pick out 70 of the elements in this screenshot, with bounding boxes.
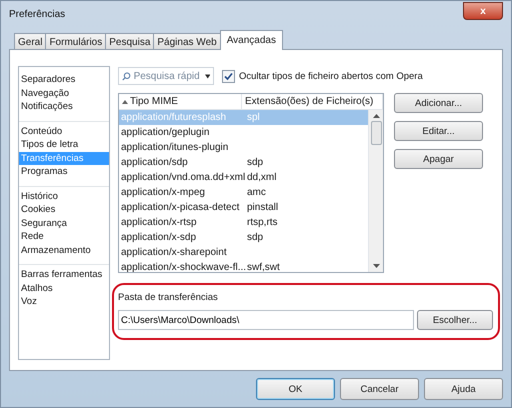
table-cell-text: application/geplugin: [120, 127, 210, 138]
sidebar-item[interactable]: Rede: [19, 230, 109, 244]
scroll-up-icon[interactable]: [372, 114, 380, 118]
table-cell-text: application/x-sdp: [120, 232, 198, 243]
table-row[interactable]: application/sdp sdp: [119, 155, 368, 170]
search-field[interactable]: Pesquisa rápid: [118, 67, 214, 85]
checkbox[interactable]: [222, 70, 235, 82]
sort-icon: [122, 100, 128, 104]
table-row[interactable]: application/geplugin: [119, 125, 368, 140]
scrollbar-thumb[interactable]: [370, 121, 382, 145]
table-cell-text: application/x-sharepoint: [120, 247, 228, 258]
table-cell-text: pinstall: [246, 202, 280, 213]
scrollbar[interactable]: [368, 110, 383, 272]
tab[interactable]: Páginas Web: [153, 33, 221, 50]
column-header[interactable]: Tipo MIME: [119, 94, 242, 109]
table-cell-text: application/x-mpeg: [120, 187, 206, 198]
sidebar-item[interactable]: Histórico: [19, 190, 109, 203]
table-cell-text: application/x-shockwave-fl...: [120, 262, 244, 272]
column-header[interactable]: Extensão(ões) de Ficheiro(s): [242, 94, 383, 109]
table-row[interactable]: application/x-sharepoint: [119, 245, 368, 260]
sidebar-item[interactable]: Separadores: [19, 73, 109, 86]
folder-path-field[interactable]: C:\Users\Marco\Downloads\: [118, 310, 414, 330]
table-cell-text: dd,xml: [246, 172, 278, 183]
sidebar-item[interactable]: Segurança: [19, 216, 109, 230]
table-cell-text: sdp: [246, 157, 264, 168]
sidebar-item[interactable]: Tipos de letra: [19, 138, 109, 152]
table-row[interactable]: application/x-rtsp rtsp,rts: [119, 215, 368, 230]
scroll-down-icon[interactable]: [372, 264, 380, 268]
table-cell-text: application/futuresplash: [120, 112, 228, 123]
sidebar-item[interactable]: Navegação: [19, 86, 109, 100]
table-row[interactable]: application/x-mpeg amc: [119, 185, 368, 200]
table-cell-text: application/vnd.oma.dd+xml: [120, 172, 244, 183]
sidebar-item[interactable]: Atalhos: [19, 282, 109, 295]
dialog-button[interactable]: Ajuda: [424, 378, 503, 400]
window-title: Preferências: [9, 8, 66, 20]
choose-button[interactable]: Escolher...: [417, 310, 493, 330]
action-button[interactable]: Editar...: [394, 121, 483, 141]
table-cell-text: amc: [246, 187, 267, 198]
sidebar-item[interactable]: Armazenamento: [19, 244, 109, 257]
folder-label: Pasta de transferências: [118, 292, 219, 303]
sidebar-item[interactable]: Barras ferramentas: [19, 268, 109, 282]
sidebar-item[interactable]: Voz: [19, 295, 109, 308]
table-cell-text: spl: [246, 112, 261, 123]
sidebar-item[interactable]: Conteúdo: [19, 124, 109, 138]
tab[interactable]: Formulários: [45, 33, 106, 50]
action-button[interactable]: Apagar: [394, 149, 483, 169]
table-cell-text: rtsp,rts: [246, 217, 279, 228]
checkbox-label: Ocultar tipos de ficheiro abertos com Opera: [239, 70, 423, 82]
tab[interactable]: Geral: [14, 33, 46, 50]
tab[interactable]: Pesquisa: [105, 33, 154, 50]
table-row[interactable]: application/x-picasa-detect pinstall: [119, 200, 368, 215]
table-cell-text: application/sdp: [120, 157, 189, 168]
table-cell-text: application/itunes-plugin: [120, 142, 230, 153]
search-icon: [122, 70, 131, 82]
table-cell-text: application/x-picasa-detect: [120, 202, 240, 213]
action-button[interactable]: Adicionar...: [394, 93, 483, 113]
table-row[interactable]: application/vnd.oma.dd+xml dd,xml: [119, 170, 368, 185]
table-row[interactable]: application/itunes-plugin: [119, 140, 368, 155]
sidebar-item[interactable]: Cookies: [19, 203, 109, 216]
caret-icon[interactable]: [204, 74, 210, 78]
dialog-button[interactable]: OK: [256, 378, 335, 400]
dialog-button[interactable]: Cancelar: [340, 378, 419, 400]
sidebar-item[interactable]: Programas: [19, 165, 109, 178]
table-row[interactable]: application/x-shockwave-fl...swf,swt: [119, 260, 368, 272]
table-cell-text: swf,swt: [246, 262, 281, 272]
table-row[interactable]: application/x-sdp sdp: [119, 230, 368, 245]
tab[interactable]: Avançadas: [220, 30, 283, 50]
table-cell-text: sdp: [246, 232, 264, 243]
table-cell-text: application/x-rtsp: [120, 217, 198, 228]
sidebar-item[interactable]: Notificações: [19, 100, 109, 114]
